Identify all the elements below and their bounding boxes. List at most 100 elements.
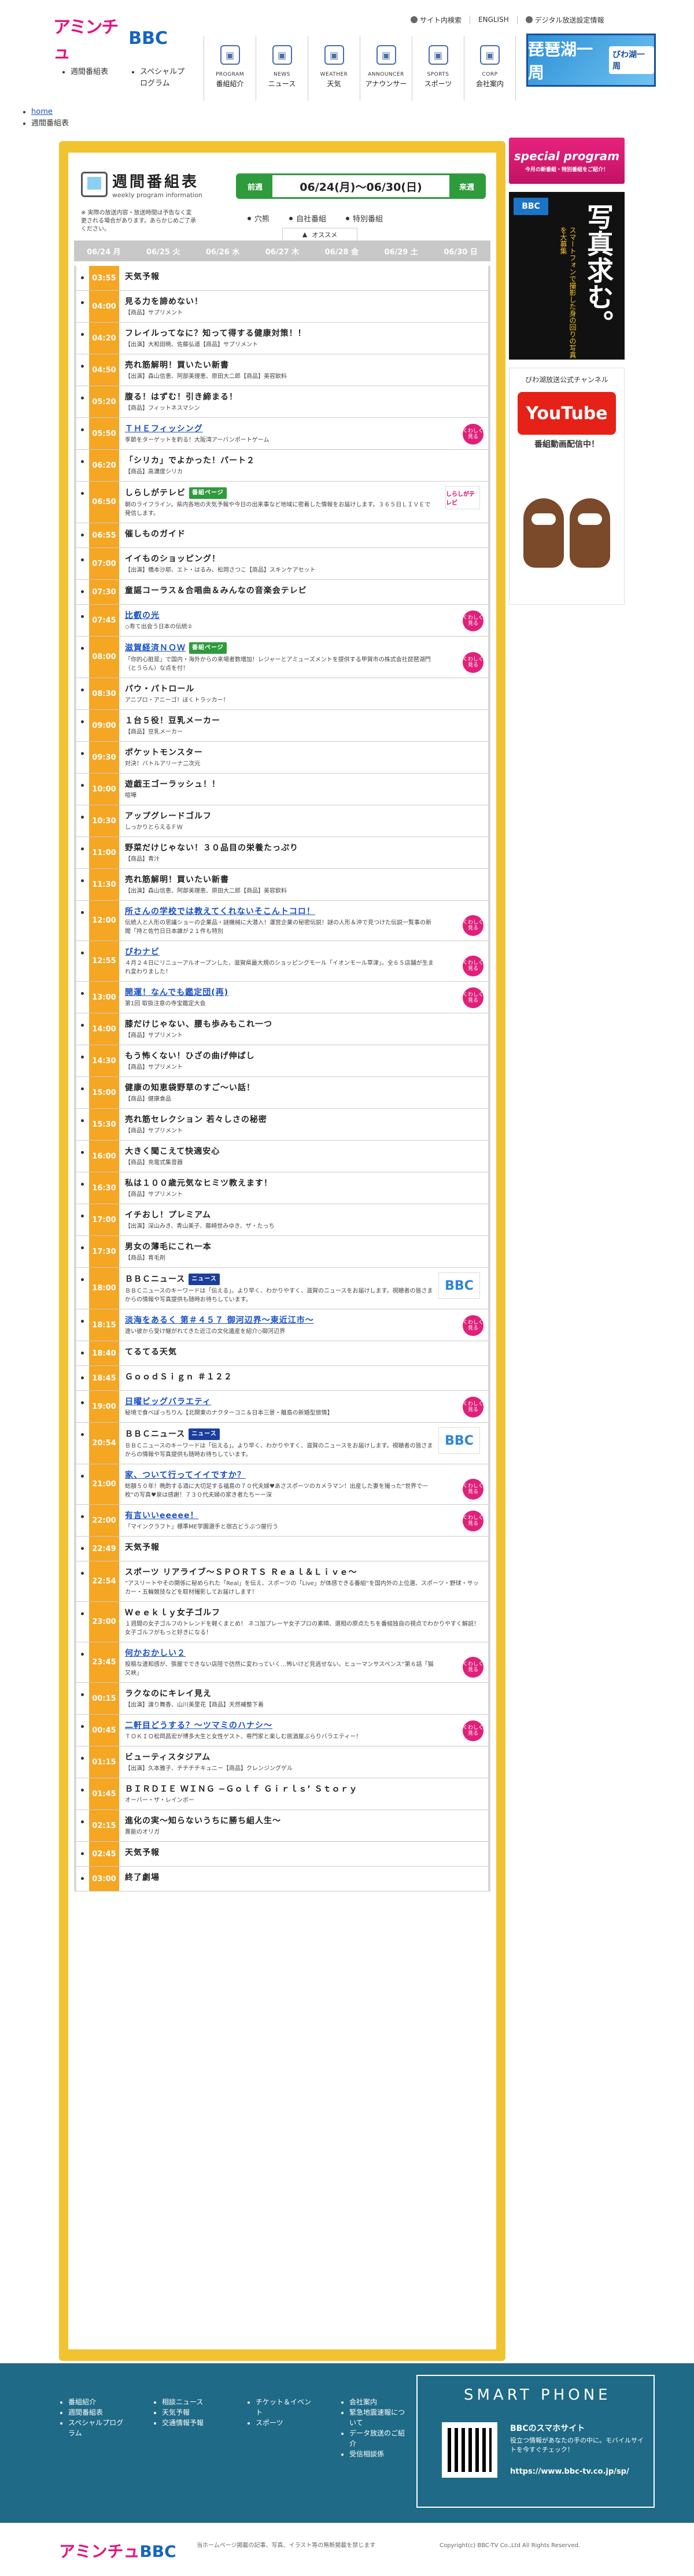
program-time: 06:50 — [89, 482, 119, 523]
program-title[interactable]: 家、ついて行ってイイですか？ — [125, 1470, 436, 1481]
nav-item-weather[interactable]: ▣ WEATHER 天気 — [308, 36, 360, 101]
program-desc: ◇寿て出会う日本の伝統② — [125, 624, 193, 630]
program-badge[interactable]: 番組ページ — [189, 487, 227, 499]
footer-link[interactable]: 緊急地震速報について — [349, 2407, 407, 2428]
more-button[interactable]: くわしく見る — [463, 1720, 483, 1741]
special-program-banner[interactable]: special program 今月の新番組・特別番組をご紹介！ — [509, 138, 625, 184]
program-title[interactable]: ＴＨＥフィッシング — [125, 424, 436, 434]
youtube-banner[interactable]: びわ湖放送公式チャンネル YouTube 番組動画配信中！ — [509, 368, 625, 605]
program-desc: 【商品】充電式集音器 — [125, 1160, 183, 1166]
program-row: 10:00 遊戯王ゴーラッシュ！！ 喧嘩 — [76, 773, 488, 805]
program-row: 03:00 終了劇場 — [76, 1867, 488, 1892]
subnav-weekly[interactable]: 週間番組表 — [71, 66, 123, 90]
qr-code-icon — [442, 2422, 497, 2478]
program-title[interactable]: 淡海をあるく 第＃４５７ 御河辺界〜東近江市〜 — [125, 1315, 436, 1326]
program-title: 天気予報 — [125, 1848, 160, 1857]
program-title: 売れ筋セレクション 若々しさの秘密 — [125, 1115, 267, 1124]
program-title: 売れ筋解明！買いたい新書 — [125, 361, 229, 370]
more-button[interactable]: くわしく見る — [463, 1315, 483, 1336]
footer-link[interactable]: 天気予報 — [162, 2407, 220, 2418]
program-badge[interactable]: ニュース — [189, 1428, 220, 1440]
more-button[interactable]: くわしく見る — [463, 915, 483, 936]
program-title[interactable]: 二軒目どうする？〜ツマミのハナシ〜 — [125, 1720, 436, 1731]
nav-item-program[interactable]: ▣ PROGRAM 番組紹介 — [204, 36, 256, 101]
day-tab[interactable]: 06/24 月 — [74, 240, 134, 261]
more-button[interactable]: くわしく見る — [463, 1511, 483, 1531]
program-title: てるてる天気 — [125, 1348, 177, 1357]
prev-week-button[interactable]: 前週 — [238, 175, 272, 197]
program-time: 17:00 — [89, 1204, 119, 1235]
program-thumbnail: BBC — [438, 1272, 480, 1299]
digital-info-link[interactable]: デジタル放送設定情報 — [525, 15, 604, 25]
more-button[interactable]: くわしく見る — [463, 610, 483, 631]
more-button[interactable]: くわしく見る — [463, 652, 483, 673]
program-title[interactable]: 有言いいeeeee！ — [125, 1511, 436, 1521]
footer-link[interactable]: 交通情報予報 — [162, 2418, 220, 2428]
legend-item: 特別番組 — [346, 213, 383, 224]
smartphone-url-link[interactable]: https://www.bbc-tv.co.jp/sp/ — [510, 2466, 647, 2478]
tv-icon: ▣ — [220, 45, 240, 65]
more-button[interactable]: くわしく見る — [463, 1479, 483, 1500]
day-tab[interactable]: 06/27 木 — [253, 240, 312, 261]
program-desc: 【出演】橋本沙耶、エト・はるみ、松岡さつこ【商品】スキンケアセット — [125, 567, 316, 573]
bottom-bar: アミンチュBBC 当ホームページ掲載の記事、写真、イラスト等の無断掲載を禁じます… — [0, 2523, 694, 2576]
next-week-button[interactable]: 来週 — [449, 175, 484, 197]
program-badge[interactable]: 番組ページ — [189, 642, 227, 654]
footer-logo[interactable]: アミンチュBBC — [59, 2539, 176, 2562]
program-title[interactable]: 滋賀経済ＮＯＷ 番組ページ — [125, 642, 436, 654]
program-time: 16:00 — [89, 1141, 119, 1172]
site-search-link[interactable]: サイト内検索 — [411, 15, 462, 25]
program-title[interactable]: 比叡の光 — [125, 610, 436, 621]
english-link[interactable]: ENGLISH — [478, 16, 509, 24]
footer-link[interactable]: 会社案内 — [349, 2397, 407, 2407]
more-button[interactable]: くわしく見る — [463, 424, 483, 445]
day-tab[interactable]: 06/26 水 — [193, 240, 253, 261]
footer-link[interactable]: 番組紹介 — [68, 2397, 126, 2407]
program-title[interactable]: 所さんの学校では教えてくれないそこんトコロ！ — [125, 906, 436, 917]
footer-column: 相談ニュース天気予報交通情報予報 — [152, 2397, 220, 2459]
program-row: 07:30 童謡コーラス＆合唱曲＆みんなの音楽会テレビ — [76, 580, 488, 605]
footer-link[interactable]: 相談ニュース — [162, 2397, 220, 2407]
breadcrumb-home[interactable]: home — [31, 108, 53, 116]
program-time: 01:45 — [89, 1778, 119, 1809]
program-badge[interactable]: ニュース — [189, 1274, 220, 1285]
footer-link[interactable]: データ放送のご紹介 — [349, 2428, 407, 2449]
sports-icon: ▣ — [428, 45, 448, 65]
more-button[interactable]: くわしく見る — [463, 1657, 483, 1678]
program-title[interactable]: 日曜ビッグバラエティ — [125, 1397, 436, 1407]
program-time: 18:00 — [89, 1268, 119, 1309]
more-button[interactable]: くわしく見る — [463, 987, 483, 1008]
program-row: 12:55 びわナビ ４月２４日にリニューアルオープンした、滋賀県最大規のショッピン… — [76, 941, 488, 982]
more-button[interactable]: くわしく見る — [463, 956, 483, 976]
program-time: 01:15 — [89, 1746, 119, 1778]
program-title[interactable]: 何かおかしい２ — [125, 1648, 436, 1659]
site-logo[interactable]: アミンチュ BBC — [53, 17, 168, 63]
more-button[interactable]: くわしく見る — [463, 1397, 483, 1417]
footer-link[interactable]: スペシャルプログラム — [68, 2418, 126, 2438]
program-title: スポーツ リアライブ〜ＳＰＯＲＴＳ Ｒｅａｌ＆Ｌｉｖｅ〜 — [125, 1568, 357, 1577]
program-title[interactable]: 開運！なんでも鑑定団(再) — [125, 987, 436, 998]
footer-link[interactable]: 受信相談係 — [349, 2449, 407, 2459]
program-time: 07:00 — [89, 548, 119, 579]
program-desc: 【商品】サプリメント — [125, 1032, 183, 1039]
pick-tab[interactable]: ▲ オススメ — [282, 228, 357, 240]
program-title: 童謡コーラス＆合唱曲＆みんなの音楽会テレビ — [125, 586, 307, 595]
nav-item-corp[interactable]: ▣ CORP 会社案内 — [464, 36, 516, 101]
nav-item-sports[interactable]: ▣ SPORTS スポーツ — [412, 36, 464, 101]
nav-item-announcer[interactable]: ▣ ANNOUNCER アナウンサー — [360, 36, 412, 101]
day-tab[interactable]: 06/28 金 — [312, 240, 371, 261]
day-tab[interactable]: 06/30 日 — [431, 240, 490, 261]
program-title[interactable]: びわナビ — [125, 947, 436, 957]
program-list: 03:55 天気予報 04:00 見る力を諦めない！ 【商品】サプリメント 04:20 フレ… — [74, 266, 490, 1892]
footer-link[interactable]: スポーツ — [256, 2418, 313, 2428]
day-tab[interactable]: 06/25 火 — [134, 240, 193, 261]
day-tab[interactable]: 06/29 土 — [371, 240, 431, 261]
nav-item-news[interactable]: ▣ NEWS ニュース — [256, 36, 308, 101]
program-row: 16:30 私は１００歳元気なヒミツ教えます！ 【商品】サプリメント — [76, 1172, 488, 1204]
footer-link[interactable]: 週間番組表 — [68, 2407, 126, 2418]
program-time: 02:15 — [89, 1810, 119, 1841]
subnav-special[interactable]: スペシャルプログラム — [140, 66, 192, 90]
footer-link[interactable]: チケット＆イベント — [256, 2397, 313, 2418]
photo-wanted-banner[interactable]: BBC スマートフォンで撮影した身の回りの写真を大募集 写真求む。 — [509, 192, 625, 360]
biwako-banner[interactable]: 琵琶湖一周 びわ湖一周 — [526, 34, 656, 87]
